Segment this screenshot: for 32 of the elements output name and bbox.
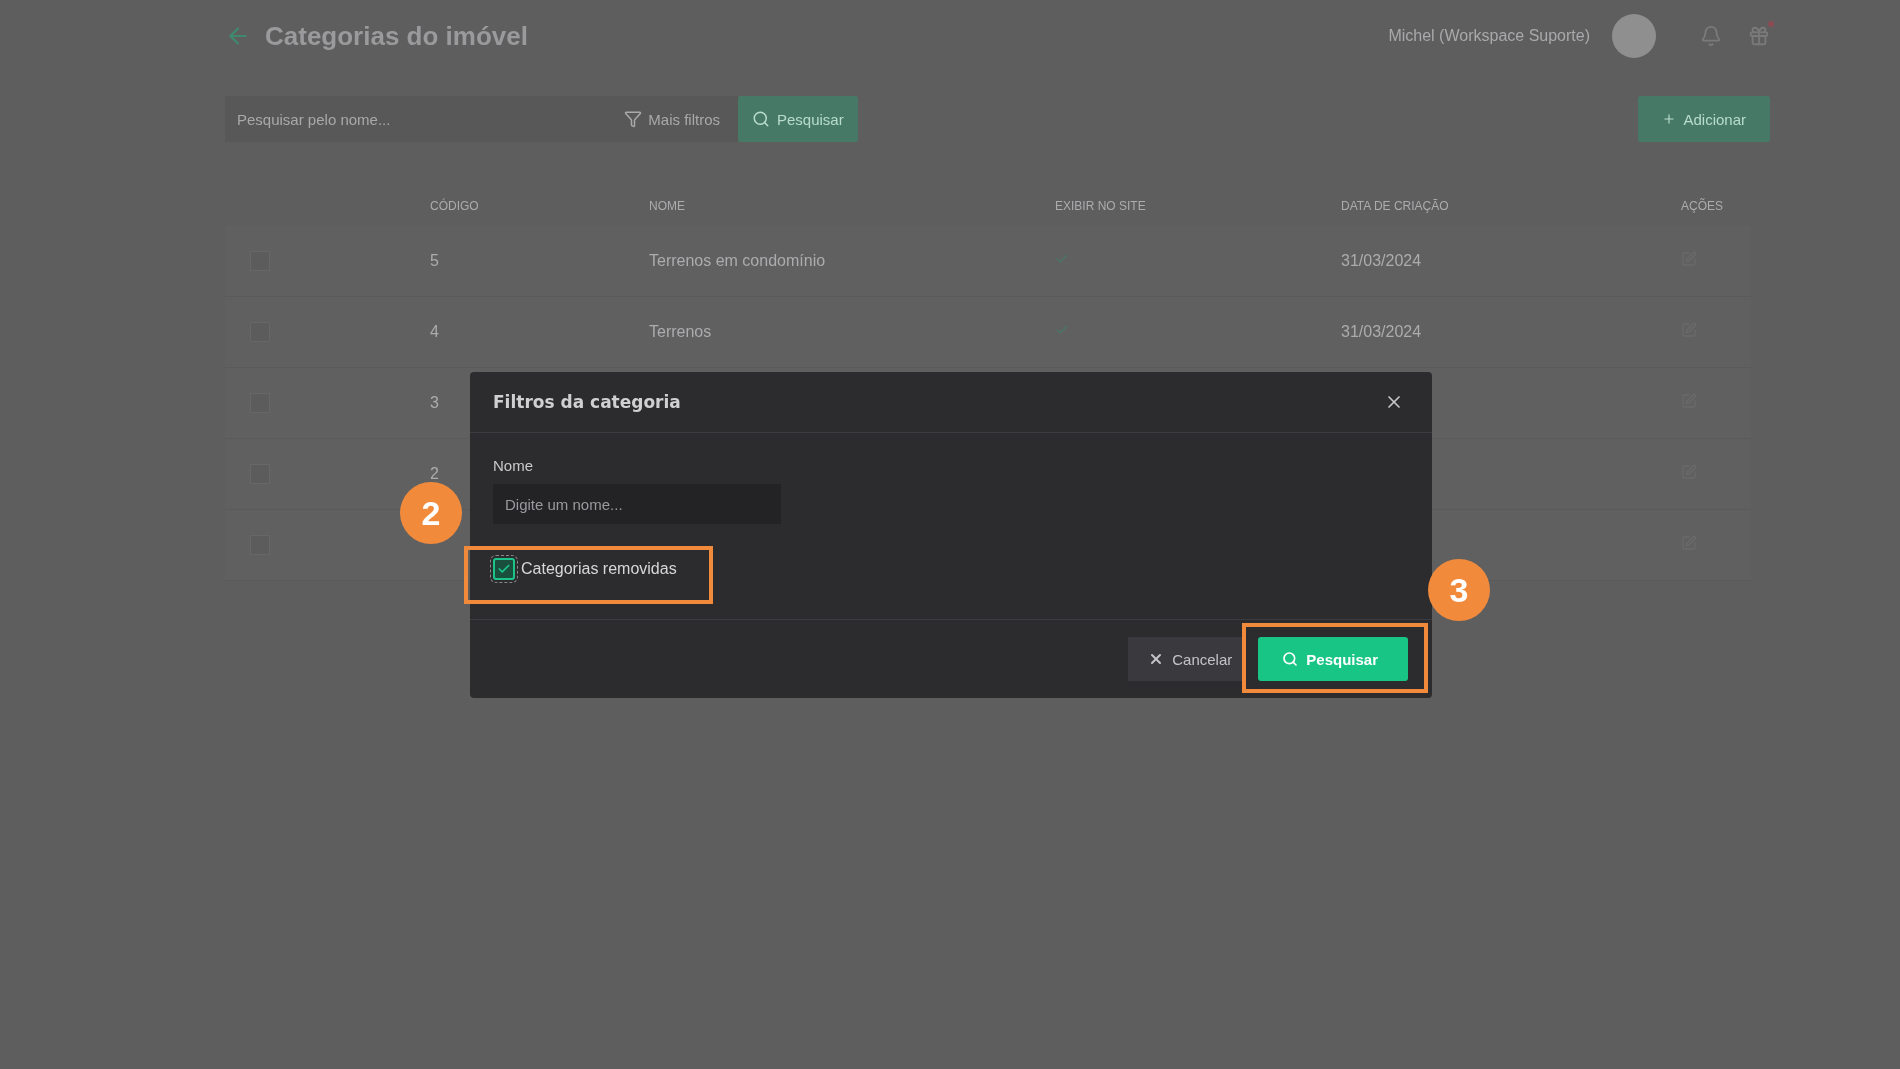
field-label: Nome — [493, 457, 534, 474]
filter-icon — [624, 110, 643, 128]
checkbox-label: Categorias removidas — [521, 560, 677, 578]
column-header[interactable]: NOME — [649, 199, 685, 213]
table-cell: Terrenos — [649, 323, 712, 341]
column-header[interactable]: DATA DE CRIAÇÃO — [1341, 199, 1449, 213]
search-icon — [752, 110, 770, 128]
add-button[interactable]: Adicionar — [1638, 96, 1770, 142]
search-icon — [1282, 651, 1299, 667]
column-header[interactable]: EXIBIR NO SITE — [1055, 199, 1146, 213]
search-field[interactable]: Pesquisar pelo nome... Mais filtros — [225, 96, 738, 142]
plus-icon — [1662, 112, 1677, 126]
dialog-search-button[interactable]: Pesquisar — [1258, 637, 1408, 681]
column-header[interactable]: CÓDIGO — [430, 199, 479, 213]
table-cell: 3 — [430, 394, 439, 412]
name-input-field[interactable]: Digite um nome... — [493, 484, 781, 524]
table-cell: 31/03/2024 — [1341, 323, 1422, 341]
table-cell: 31/03/2024 — [1341, 252, 1422, 270]
filters-button[interactable]: Mais filtros — [624, 110, 720, 128]
avatar[interactable] — [1612, 14, 1656, 58]
page-title: Categorias do imóvel — [265, 20, 528, 52]
table-cell: 5 — [430, 252, 439, 270]
bell-icon[interactable] — [1700, 25, 1722, 47]
table-cell: 4 — [430, 323, 439, 341]
user-name: Michel (Workspace Suporte) — [1388, 27, 1590, 45]
table-cell: 2 — [430, 465, 439, 483]
search-button[interactable]: Pesquisar — [738, 96, 858, 142]
column-header[interactable]: AÇÕES — [1681, 199, 1723, 213]
check-icon — [497, 562, 511, 576]
table-cell: Terrenos em condomínio — [649, 252, 826, 270]
dialog-title: Filtros da categoria — [493, 392, 681, 412]
removed-checkbox[interactable] — [493, 558, 515, 580]
